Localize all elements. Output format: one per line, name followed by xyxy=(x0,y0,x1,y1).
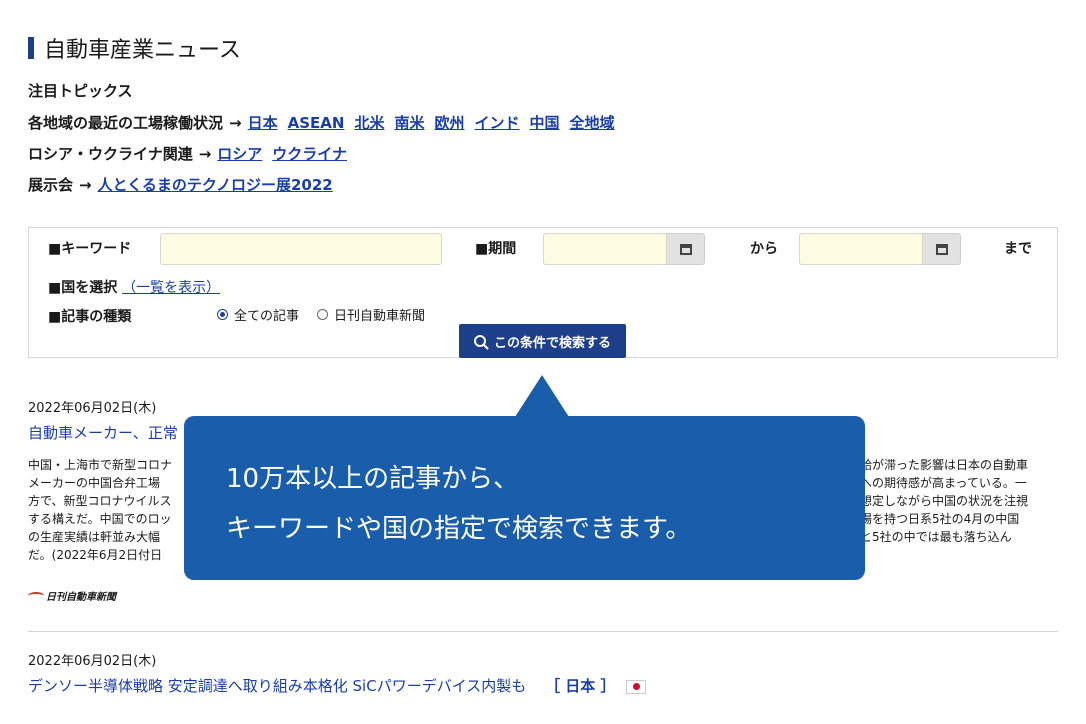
body-line: する構えだ。中国でのロッ xyxy=(28,512,172,526)
link-north-america[interactable]: 北米 xyxy=(354,114,384,132)
body-line: 給が滞った影響は日本の自動車 xyxy=(860,458,1029,472)
calendar-icon xyxy=(935,243,948,255)
link-exhibition[interactable]: 人とくるまのテクノロジー展2022 xyxy=(98,176,333,194)
article-date: 2022年06月02日(木) xyxy=(28,401,157,416)
source-logo-text: 日刊自動車新聞 xyxy=(46,592,116,603)
article-divider xyxy=(28,631,1058,632)
radio-label: 日刊自動車新聞 xyxy=(334,309,426,324)
radio-nikkan-jidosha[interactable]: 日刊自動車新聞 xyxy=(317,305,425,324)
article-headline-row: デンソー半導体戦略 安定調達へ取り組み本格化 SiCパワーデバイス内製も ［ 日… xyxy=(28,675,647,696)
to-label: まで xyxy=(1004,241,1032,257)
radio-checked-icon xyxy=(217,309,228,320)
body-line: だ。(2022年6月2日付日 xyxy=(28,548,163,562)
search-button[interactable]: この条件で検索する xyxy=(459,324,626,358)
calendar-icon xyxy=(679,243,692,255)
search-icon xyxy=(473,335,486,347)
topic-row-exhibition: 展示会 → 人とくるまのテクノロジー展2022 xyxy=(28,174,343,195)
body-line: 想定しながら中国の状況を注視 xyxy=(860,494,1029,508)
search-tooltip: 10万本以上の記事から、 キーワードや国の指定で検索できます。 xyxy=(184,416,865,580)
topic-row-factory-status: 各地域の最近の工場稼働状況 → 日本 ASEAN 北米 南米 欧州 インド 中国 全地域 xyxy=(28,112,625,133)
body-line: への期待感が高まっている。一 xyxy=(860,476,1027,490)
period-end-calendar-button[interactable] xyxy=(923,233,961,265)
radio-label: 全ての記事 xyxy=(234,309,300,324)
link-all-regions[interactable]: 全地域 xyxy=(570,114,615,132)
keyword-label: ■キーワード xyxy=(48,241,132,257)
link-europe[interactable]: 欧州 xyxy=(434,114,464,132)
topic-prefix: ロシア・ウクライナ関連 xyxy=(28,145,193,163)
topics-heading: 注目トピックス xyxy=(28,82,133,100)
from-label: から xyxy=(750,241,778,257)
title-accent-bar xyxy=(28,37,34,59)
body-line: メーカーの中国合弁工場 xyxy=(28,476,161,490)
period-label: ■期間 xyxy=(475,241,517,257)
body-line: の生産実績は軒並み大幅 xyxy=(28,530,161,544)
article-body-left: 中国・上海市で新型コロナ メーカーの中国合弁工場 方で、新型コロナウイルス する… xyxy=(28,456,172,564)
tooltip-line-1: 10万本以上の記事から、 xyxy=(226,464,520,494)
article-headline-link[interactable]: 自動車メーカー、正常 xyxy=(28,422,178,443)
tooltip-pointer xyxy=(515,375,569,417)
article-type-label: ■記事の種類 xyxy=(48,309,132,325)
arrow-right-icon: → xyxy=(198,145,212,163)
country-label: ■国を選択 （一覧を表示） xyxy=(48,277,220,297)
japan-flag-icon xyxy=(626,679,647,694)
period-start-calendar-button[interactable] xyxy=(667,233,705,265)
country-list-link[interactable]: （一覧を表示） xyxy=(122,280,220,296)
article-body-right: 給が滞った影響は日本の自動車 への期待感が高まっている。一 想定しながら中国の状… xyxy=(860,456,1028,546)
topic-prefix: 各地域の最近の工場稼働状況 xyxy=(28,114,224,132)
search-button-label: この条件で検索する xyxy=(493,335,611,351)
radio-all-articles[interactable]: 全ての記事 xyxy=(217,305,299,324)
link-south-america[interactable]: 南米 xyxy=(394,114,424,132)
body-line: と5社の中では最も落ち込ん xyxy=(860,530,1012,544)
topic-prefix: 展示会 xyxy=(28,176,74,194)
link-russia[interactable]: ロシア xyxy=(217,145,262,163)
page-title: 自動車産業ニュース xyxy=(28,32,241,64)
logo-swoosh-icon xyxy=(28,591,44,600)
period-start-input[interactable] xyxy=(543,233,667,265)
link-ukraine[interactable]: ウクライナ xyxy=(272,145,347,163)
country-label-text: ■国を選択 xyxy=(48,280,118,296)
link-india[interactable]: インド xyxy=(474,114,519,132)
article-headline-link[interactable]: デンソー半導体戦略 安定調達へ取り組み本格化 SiCパワーデバイス内製も xyxy=(28,677,526,695)
body-line: 中国・上海市で新型コロナ xyxy=(28,458,173,472)
link-asean[interactable]: ASEAN xyxy=(288,114,345,132)
link-china[interactable]: 中国 xyxy=(530,114,560,132)
radio-unchecked-icon xyxy=(317,309,328,320)
source-logo: 日刊自動車新聞 xyxy=(28,588,116,603)
period-end-input[interactable] xyxy=(799,233,923,265)
page-title-text: 自動車産業ニュース xyxy=(44,38,241,63)
region-tag: ［ 日本 ］ xyxy=(545,677,616,695)
article-date: 2022年06月02日(木) xyxy=(28,654,157,669)
body-line: 方で、新型コロナウイルス xyxy=(28,494,172,508)
tooltip-line-2: キーワードや国の指定で検索できます。 xyxy=(226,514,692,544)
keyword-input[interactable] xyxy=(160,233,442,265)
body-line: 場を持つ日系5社の4月の中国 xyxy=(860,512,1020,526)
link-japan[interactable]: 日本 xyxy=(248,114,278,132)
topic-row-russia-ukraine: ロシア・ウクライナ関連 → ロシア ウクライナ xyxy=(28,143,357,164)
arrow-right-icon: → xyxy=(79,176,92,194)
arrow-right-icon: → xyxy=(229,114,242,132)
